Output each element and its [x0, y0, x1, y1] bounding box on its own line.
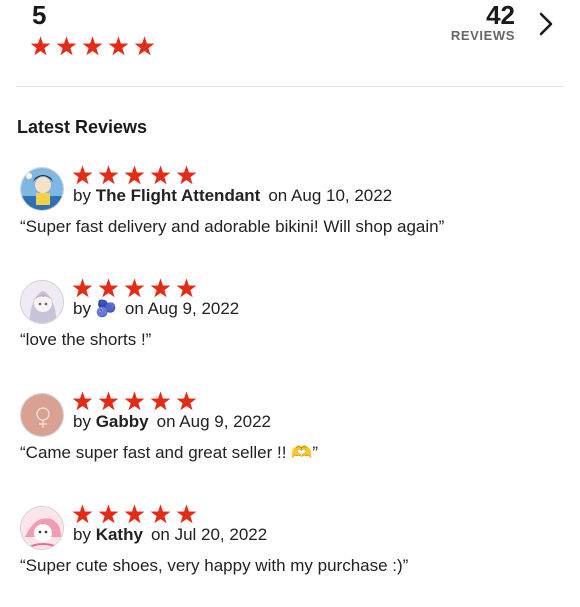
reviewer-name[interactable]: 🫐 — [96, 299, 117, 318]
review-stars — [72, 391, 197, 411]
star-icon — [150, 278, 171, 298]
average-rating: 5 — [32, 0, 47, 30]
review-item: by 🫐 on Aug 9, 2022 “love the shorts !” — [0, 276, 580, 381]
divider — [16, 86, 564, 87]
avatar[interactable] — [20, 506, 64, 550]
review-date: on Aug 10, 2022 — [268, 186, 393, 205]
avatar-image — [21, 168, 63, 210]
review-date: on Aug 9, 2022 — [124, 299, 240, 318]
review-byline: by Gabby on Aug 9, 2022 — [73, 412, 271, 432]
star-icon — [30, 36, 51, 56]
star-icon — [134, 36, 155, 56]
rating-summary[interactable]: 5 42 REVIEWS — [0, 0, 580, 88]
by-label: by — [73, 412, 91, 431]
star-icon — [98, 278, 119, 298]
review-text: “Super fast delivery and adorable bikini… — [20, 217, 445, 236]
chevron-right-icon[interactable] — [536, 10, 556, 38]
star-icon — [98, 165, 119, 185]
review-text: “Super cute shoes, very happy with my pu… — [20, 556, 409, 575]
star-icon — [124, 278, 145, 298]
star-icon — [124, 391, 145, 411]
star-icon — [176, 278, 197, 298]
star-icon — [108, 36, 129, 56]
review-text: “Came super fast and great seller !! 🫶” — [20, 443, 319, 462]
star-icon — [98, 504, 119, 524]
star-icon — [124, 165, 145, 185]
star-icon — [124, 504, 145, 524]
review-count-label: REVIEWS — [450, 28, 515, 43]
review-item: by Kathy on Jul 20, 2022 “Super cute shoe… — [0, 502, 580, 607]
review-stars — [72, 165, 197, 185]
avatar-image — [21, 394, 63, 436]
by-label: by — [73, 186, 91, 205]
review-stars — [72, 278, 197, 298]
review-byline: by 🫐 on Aug 9, 2022 — [73, 299, 239, 319]
star-icon — [82, 36, 103, 56]
review-count: 42 — [486, 0, 515, 30]
review-byline: by The Flight Attendant on Aug 10, 2022 — [73, 186, 392, 206]
reviewer-name[interactable]: The Flight Attendant — [96, 186, 261, 205]
avatar-image — [21, 281, 63, 323]
star-icon — [56, 36, 77, 56]
star-icon — [176, 391, 197, 411]
review-text: “love the shorts !” — [20, 330, 152, 349]
star-icon — [72, 278, 93, 298]
star-icon — [72, 504, 93, 524]
by-label: by — [73, 525, 91, 544]
star-icon — [150, 165, 171, 185]
star-icon — [150, 391, 171, 411]
reviewer-name[interactable]: Kathy — [96, 525, 143, 544]
avatar[interactable] — [20, 280, 64, 324]
star-icon — [150, 504, 171, 524]
review-date: on Aug 9, 2022 — [156, 412, 271, 431]
by-label: by — [73, 299, 91, 318]
star-icon — [176, 165, 197, 185]
avatar-image — [21, 507, 63, 549]
summary-stars — [30, 36, 155, 56]
star-icon — [72, 165, 93, 185]
review-byline: by Kathy on Jul 20, 2022 — [73, 525, 267, 545]
review-stars — [72, 504, 197, 524]
star-icon — [176, 504, 197, 524]
review-item: by Gabby on Aug 9, 2022 “Came super fast … — [0, 389, 580, 494]
avatar[interactable] — [20, 167, 64, 211]
avatar[interactable] — [20, 393, 64, 437]
review-item: by The Flight Attendant on Aug 10, 2022 “… — [0, 163, 580, 268]
review-date: on Jul 20, 2022 — [150, 525, 268, 544]
star-icon — [72, 391, 93, 411]
reviewer-name[interactable]: Gabby — [96, 412, 149, 431]
star-icon — [98, 391, 119, 411]
section-title: Latest Reviews — [17, 117, 148, 137]
